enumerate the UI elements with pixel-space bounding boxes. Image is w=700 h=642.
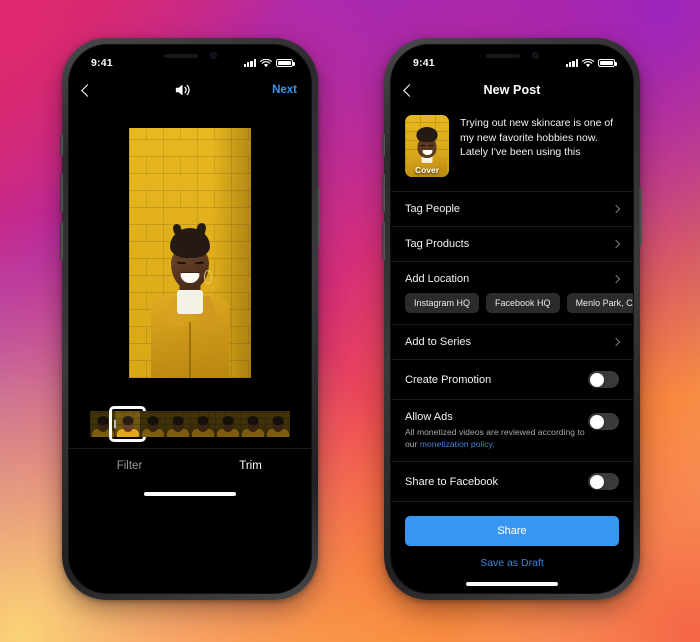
location-chip[interactable]: Instagram HQ	[405, 293, 480, 313]
left-nav-bar: Next	[69, 75, 311, 105]
row-label: Allow Ads	[405, 411, 453, 423]
row-label: Tag People	[405, 203, 461, 215]
new-post-form: Cover Trying out new skincare is one of …	[391, 105, 633, 573]
battery-icon	[276, 58, 295, 68]
front-camera-icon	[531, 52, 539, 59]
row-add-location[interactable]: Add Location	[391, 261, 633, 293]
location-suggestions: Instagram HQ Facebook HQ Menlo Park, CA	[391, 293, 633, 324]
chevron-right-icon	[611, 239, 621, 249]
filmstrip[interactable]	[90, 406, 290, 442]
earpiece-speaker-icon	[485, 53, 520, 58]
wifi-icon	[260, 58, 272, 67]
row-label: Create Promotion	[405, 373, 492, 386]
row-tag-products[interactable]: Tag Products	[391, 226, 633, 261]
filmstrip-frame[interactable]	[215, 411, 240, 437]
share-to-facebook-toggle[interactable]	[588, 473, 619, 490]
create-promotion-toggle[interactable]	[588, 371, 619, 388]
power-button[interactable]	[317, 188, 320, 246]
chevron-right-icon	[611, 274, 621, 284]
front-camera-icon	[209, 52, 217, 59]
row-tag-people[interactable]: Tag People	[391, 191, 633, 226]
save-as-draft-button[interactable]: Save as Draft	[405, 546, 619, 569]
trim-scrubber[interactable]	[69, 400, 311, 448]
row-label: Share to Facebook	[405, 475, 498, 488]
filmstrip-frame[interactable]	[265, 411, 290, 437]
signal-bars-icon	[243, 59, 256, 67]
page-title: New Post	[483, 83, 541, 97]
row-label: Add to Series	[405, 336, 472, 348]
phone-right-device: 9:41 New Post Cover Trying out new skinc…	[382, 38, 642, 600]
allow-ads-toggle[interactable]	[588, 413, 619, 430]
allow-ads-text-end: .	[492, 439, 495, 449]
row-add-to-series[interactable]: Add to Series	[391, 324, 633, 359]
volume-down-button[interactable]	[382, 222, 385, 260]
home-indicator-right[interactable]	[391, 573, 633, 593]
row-create-promotion[interactable]: Create Promotion	[391, 359, 633, 399]
status-time: 9:41	[91, 57, 113, 69]
subject-collar	[177, 289, 203, 314]
back-button-icon[interactable]	[81, 83, 94, 97]
tab-filter[interactable]: Filter	[69, 449, 190, 483]
monetization-policy-link[interactable]: monetization policy	[420, 439, 492, 449]
filmstrip-frame[interactable]	[240, 411, 265, 437]
volume-up-button[interactable]	[382, 174, 385, 212]
caption-input[interactable]: Trying out new skincare is one of my new…	[460, 115, 619, 177]
earpiece-speaker-icon	[163, 53, 198, 58]
device-notch	[460, 45, 564, 66]
phone-left-device: 9:41 Next Filter Trim	[60, 38, 320, 600]
speaker-on-icon	[175, 84, 190, 96]
subject-hair	[170, 227, 210, 258]
phone-right-screen: 9:41 New Post Cover Trying out new skinc…	[390, 44, 634, 594]
hoop-earring	[204, 269, 212, 284]
status-time: 9:41	[413, 57, 435, 69]
right-nav-bar: New Post	[391, 75, 633, 105]
battery-icon	[598, 58, 617, 68]
sound-toggle-button[interactable]	[173, 82, 192, 98]
allow-ads-description: All monetized videos are reviewed accord…	[405, 426, 588, 450]
back-button-icon[interactable]	[403, 83, 416, 97]
video-preview-stage[interactable]	[69, 105, 311, 400]
tab-trim[interactable]: Trim	[190, 449, 311, 483]
subject-portrait	[151, 227, 229, 378]
volume-down-button[interactable]	[60, 222, 63, 260]
chevron-right-icon	[611, 204, 621, 214]
filmstrip-frame[interactable]	[165, 411, 190, 437]
wifi-icon	[582, 58, 594, 67]
editor-tab-bar: Filter Trim	[69, 448, 311, 483]
video-preview[interactable]	[129, 127, 251, 378]
location-chip[interactable]: Facebook HQ	[486, 293, 560, 313]
next-button[interactable]: Next	[272, 84, 297, 96]
signal-bars-icon	[565, 59, 578, 67]
cover-badge: Cover	[414, 165, 440, 175]
share-button[interactable]: Share	[405, 516, 619, 546]
filmstrip-frame[interactable]	[190, 411, 215, 437]
share-action-area: Share Save as Draft	[391, 501, 633, 573]
volume-up-button[interactable]	[60, 174, 63, 212]
row-label: Tag Products	[405, 238, 470, 250]
cover-thumbnail[interactable]: Cover	[405, 115, 449, 177]
mute-switch[interactable]	[60, 134, 63, 156]
home-indicator-left[interactable]	[69, 483, 311, 503]
filmstrip-selected-wrap[interactable]	[109, 406, 146, 442]
phone-left-screen: 9:41 Next Filter Trim	[68, 44, 312, 594]
device-notch	[138, 45, 242, 66]
power-button[interactable]	[639, 188, 642, 246]
row-allow-ads[interactable]: Allow Ads All monetized videos are revie…	[391, 399, 633, 461]
caption-row: Cover Trying out new skincare is one of …	[391, 105, 633, 191]
filmstrip-frame[interactable]	[140, 411, 165, 437]
row-label: Add Location	[405, 273, 470, 285]
chevron-right-icon	[611, 337, 621, 347]
row-share-to-facebook[interactable]: Share to Facebook	[391, 461, 633, 501]
mute-switch[interactable]	[382, 134, 385, 156]
location-chip[interactable]: Menlo Park, CA	[566, 293, 633, 313]
